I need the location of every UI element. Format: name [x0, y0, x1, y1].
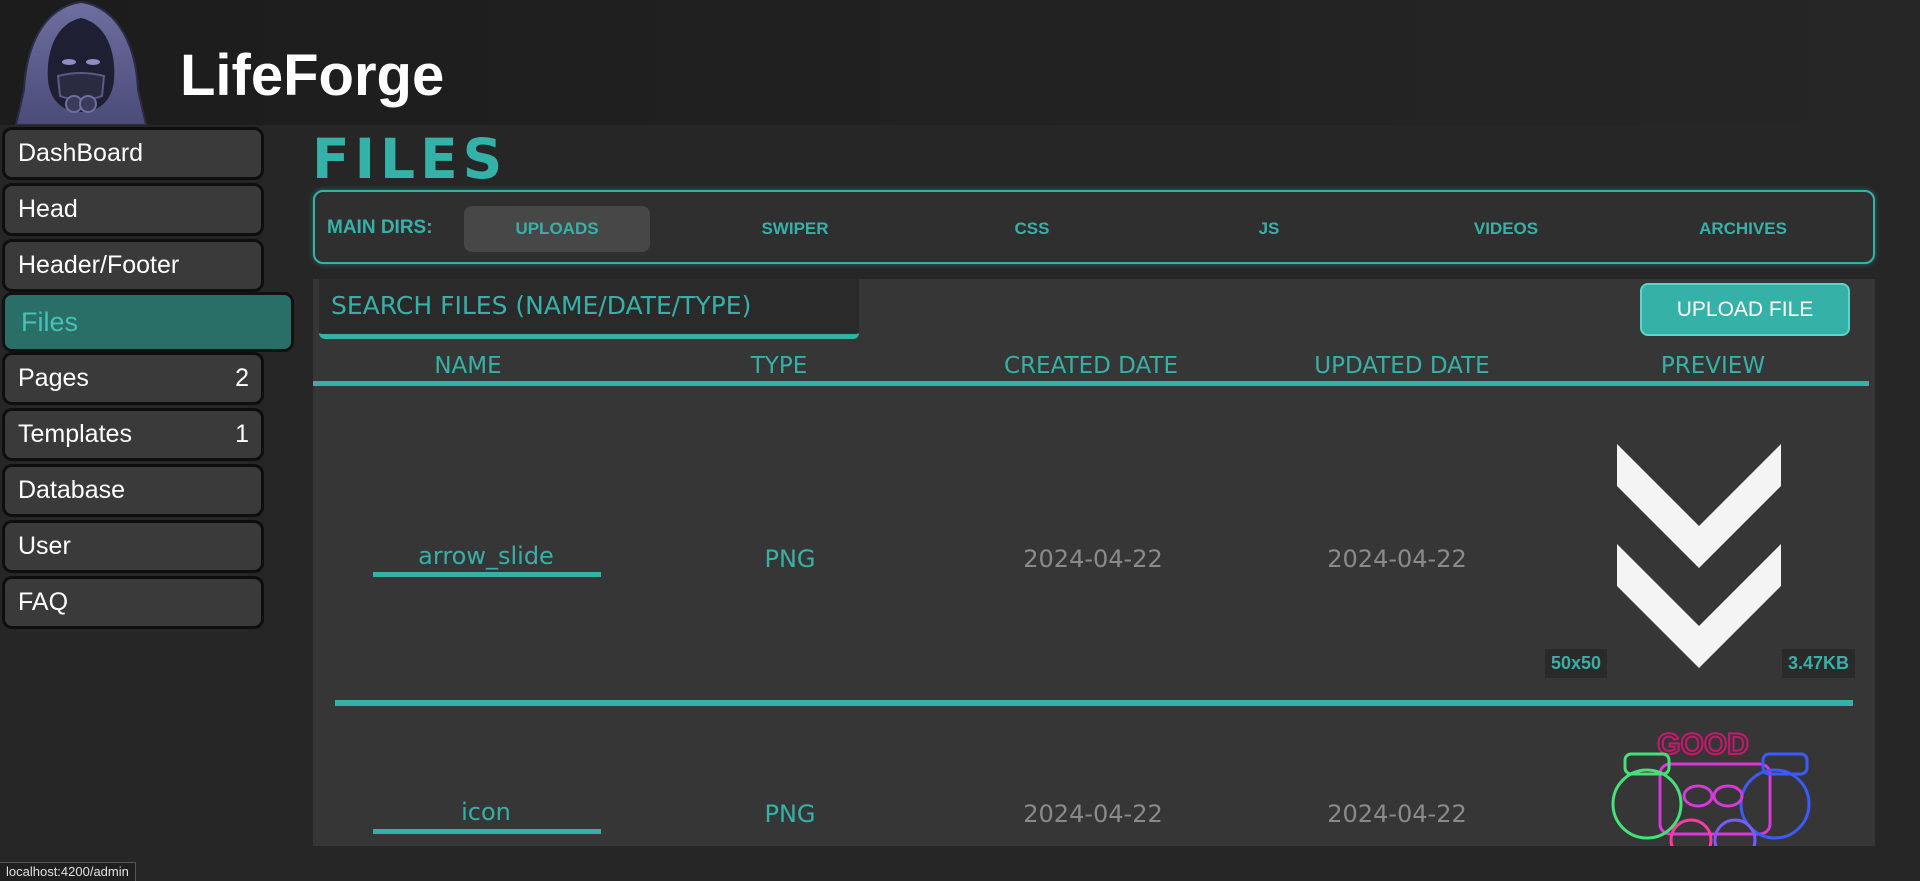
column-header-name[interactable]: NAME	[434, 353, 501, 379]
sidebar-item-header-footer[interactable]: Header/Footer	[2, 239, 264, 292]
sidebar-item-database[interactable]: Database	[2, 464, 264, 517]
tab-videos[interactable]: VIDEOS	[1413, 206, 1599, 252]
sidebar-item-label: Header/Footer	[18, 251, 180, 279]
svg-text:GOOD: GOOD	[1657, 728, 1749, 761]
tab-js[interactable]: JS	[1176, 206, 1362, 252]
sidebar-item-faq[interactable]: FAQ	[2, 576, 264, 629]
sidebar-item-files[interactable]: Files	[2, 292, 294, 352]
column-header-created-date[interactable]: CREATED DATE	[1004, 353, 1178, 379]
column-header-type[interactable]: TYPE	[751, 353, 808, 379]
file-type: PNG	[764, 800, 816, 828]
column-header-updated-date[interactable]: UPDATED DATE	[1314, 353, 1489, 379]
page-title: FILES	[312, 127, 508, 191]
sidebar-item-label: Pages	[18, 364, 89, 392]
file-created-date: 2024-04-22	[1023, 800, 1163, 828]
sidebar-item-count: 1	[235, 420, 249, 448]
file-created-date: 2024-04-22	[1023, 545, 1163, 573]
header-divider	[313, 381, 1869, 386]
sidebar-item-pages[interactable]: Pages 2	[2, 352, 264, 405]
sidebar-item-templates[interactable]: Templates 1	[2, 408, 264, 461]
file-name[interactable]: arrow_slide	[418, 542, 554, 570]
main-dirs-label: MAIN DIRS:	[327, 217, 433, 238]
upload-file-button[interactable]: UPLOAD FILE	[1640, 283, 1850, 336]
sidebar-item-label: DashBoard	[18, 139, 144, 167]
files-panel: SEARCH FILES (NAME/DATE/TYPE) UPLOAD FIL…	[313, 279, 1875, 846]
file-name[interactable]: icon	[461, 798, 511, 826]
tab-uploads[interactable]: UPLOADS	[464, 206, 650, 252]
sidebar-item-label: FAQ	[18, 588, 69, 616]
file-size-badge: 3.47KB	[1782, 649, 1856, 678]
status-bar-url: localhost:4200/admin	[0, 862, 136, 881]
tab-archives[interactable]: ARCHIVES	[1650, 206, 1836, 252]
file-preview-arrow-slide[interactable]	[1605, 444, 1805, 674]
hooded-figure-logo-icon[interactable]	[6, 0, 156, 125]
gamepad-neon-icon: GOOD	[1611, 727, 1811, 846]
app-title: LifeForge	[180, 43, 445, 108]
row-divider	[335, 700, 1853, 706]
sidebar-item-user[interactable]: User	[2, 520, 264, 573]
sidebar-item-dashboard[interactable]: DashBoard	[2, 127, 264, 180]
sidebar-item-label: Head	[18, 195, 78, 223]
sidebar-item-count: 2	[235, 364, 249, 392]
file-updated-date: 2024-04-22	[1327, 545, 1467, 573]
sidebar-item-label: Templates	[18, 420, 132, 448]
file-preview-icon[interactable]: GOOD	[1595, 724, 1815, 846]
main-dirs-bar: MAIN DIRS: UPLOADS SWIPER CSS JS VIDEOS …	[313, 190, 1875, 264]
search-input[interactable]: SEARCH FILES (NAME/DATE/TYPE)	[319, 279, 859, 339]
file-name-underline	[373, 572, 601, 577]
file-type: PNG	[764, 545, 816, 573]
sidebar-item-head[interactable]: Head	[2, 183, 264, 236]
sidebar-item-label: User	[18, 532, 71, 560]
file-name-underline	[373, 829, 601, 834]
sidebar-item-label: Files	[21, 306, 79, 337]
file-updated-date: 2024-04-22	[1327, 800, 1467, 828]
sidebar-item-label: Database	[18, 476, 126, 504]
column-header-preview: PREVIEW	[1660, 353, 1766, 379]
file-dimensions-badge: 50x50	[1545, 649, 1608, 678]
tab-swiper[interactable]: SWIPER	[702, 206, 888, 252]
double-chevron-down-icon	[1617, 444, 1781, 668]
tab-css[interactable]: CSS	[939, 206, 1125, 252]
top-header: LifeForge	[0, 0, 1920, 125]
